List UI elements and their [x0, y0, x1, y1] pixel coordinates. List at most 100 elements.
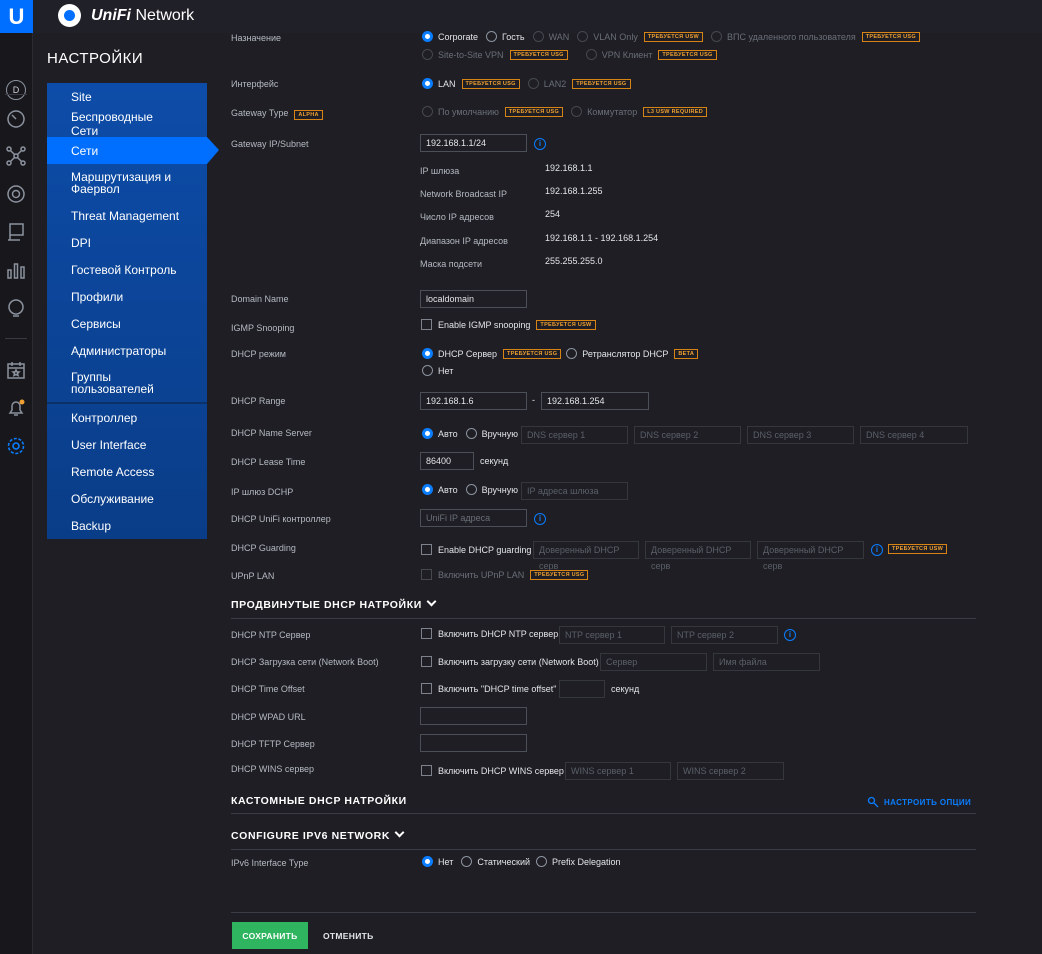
info-icon[interactable]: i [784, 629, 796, 641]
sidebar-item-guest-control[interactable]: Гостевой Контроль [47, 256, 207, 283]
settings-icon[interactable] [5, 435, 27, 457]
time-offset-checkbox[interactable] [421, 683, 432, 694]
upnp-checkbox[interactable] [421, 569, 432, 580]
radio-guest[interactable] [486, 31, 498, 42]
radio-corporate[interactable] [422, 31, 433, 42]
sidebar-item-controller[interactable]: Контроллер [47, 404, 207, 431]
wins-checkbox[interactable] [421, 765, 432, 776]
radio-gw-auto[interactable] [422, 484, 433, 495]
gateway-type-options: По умолчанию ТРЕБУЕТСЯ USG Коммутатор L3… [422, 106, 708, 117]
events-icon[interactable] [5, 359, 27, 381]
radio-ns-auto[interactable] [422, 428, 433, 439]
time-offset-input[interactable] [559, 680, 605, 698]
badge-beta: BETA [674, 348, 699, 359]
radio-gw-manual[interactable] [465, 484, 477, 495]
unifi-ip-input[interactable]: UniFi IP адреса [420, 509, 527, 527]
wpad-input[interactable] [420, 707, 527, 725]
trusted-dhcp-input-2[interactable]: Доверенный DHCP серв [645, 541, 751, 571]
network-boot-checkbox[interactable] [421, 656, 432, 667]
radio-switch[interactable] [571, 106, 583, 117]
radio-lan[interactable] [422, 78, 433, 89]
gateway-subnet-label: Gateway IP/Subnet [231, 139, 309, 149]
radio-dhcp-relay[interactable] [566, 348, 578, 359]
advanced-dhcp-header[interactable]: ПРОДВИНУТЫЕ DHCP НАТРОЙКИ [231, 596, 437, 611]
ipv6-type-options: Нет Статический Prefix Delegation [422, 856, 621, 867]
radio-ipv6-prefix-delegation[interactable] [536, 856, 547, 867]
save-button[interactable]: СОХРАНИТЬ [232, 922, 308, 949]
radio-dhcp-server[interactable] [422, 348, 433, 359]
devices-icon[interactable] [5, 183, 27, 205]
radio-lan2[interactable] [527, 78, 539, 89]
sidebar-item-networks[interactable]: Сети [47, 137, 219, 164]
sidebar-item-threat-management[interactable]: Threat Management [47, 202, 207, 229]
radio-default[interactable] [422, 106, 433, 117]
cancel-button[interactable]: ОТМЕНИТЬ [323, 931, 374, 941]
ntp2-input[interactable]: NTP сервер 2 [671, 626, 778, 644]
sidebar-item-site[interactable]: Site [47, 83, 207, 110]
sidebar-item-user-interface[interactable]: User Interface [47, 431, 207, 458]
dns1-input[interactable]: DNS сервер 1 [521, 426, 628, 444]
sidebar-item-wireless[interactable]: Беспроводные Сети [47, 110, 207, 138]
dns3-input[interactable]: DNS сервер 3 [747, 426, 854, 444]
gateway-dhcp-label: IP шлюз DCHP [231, 487, 294, 497]
trusted-dhcp-input-3[interactable]: Доверенный DHCP серв [757, 541, 864, 571]
option-label: Enable DHCP guarding [438, 544, 532, 555]
ipv6-type-label: IPv6 Interface Type [231, 858, 309, 868]
radio-ipv6-static[interactable] [461, 856, 473, 867]
radio-wan[interactable] [532, 31, 544, 42]
info-icon[interactable]: i [534, 513, 546, 525]
ubiquiti-logo[interactable]: U [0, 0, 33, 33]
domain-input[interactable]: localdomain [420, 290, 527, 308]
sidebar-item-admins[interactable]: Администраторы [47, 337, 207, 364]
lease-input[interactable]: 86400 [420, 452, 474, 470]
dashboard-icon[interactable] [5, 108, 27, 130]
igmp-checkbox[interactable] [421, 319, 432, 330]
sidebar-item-user-groups[interactable]: Группы пользователей [47, 364, 207, 402]
ipv6-header[interactable]: CONFIGURE IPV6 NETWORK [231, 827, 405, 842]
boot-filename-input[interactable]: Имя файла [713, 653, 820, 671]
tftp-input[interactable] [420, 734, 527, 752]
info-key: Число IP адресов [420, 212, 494, 222]
ntp-checkbox[interactable] [421, 628, 432, 639]
ntp1-input[interactable]: NTP сервер 1 [559, 626, 665, 644]
topology-icon[interactable] [5, 145, 27, 167]
radio-ipv6-none[interactable] [422, 856, 433, 867]
boot-server-input[interactable]: Сервер [600, 653, 707, 671]
radio-site-to-site[interactable] [422, 49, 433, 60]
wins2-input[interactable]: WINS сервер 2 [677, 762, 784, 780]
info-icon[interactable]: i [534, 138, 546, 150]
gateway-type-label: Gateway Type ALPHA [231, 108, 323, 120]
clients-icon[interactable] [5, 221, 27, 243]
interface-label: Интерфейс [231, 79, 279, 89]
sidebar-item-services[interactable]: Сервисы [47, 310, 207, 337]
radio-vpn-client[interactable] [585, 49, 597, 60]
dhcp-range-end-input[interactable]: 192.168.1.254 [541, 392, 649, 410]
badge-usw: ТРЕБУЕТСЯ USW [888, 544, 948, 554]
sidebar-item-dpi[interactable]: DPI [47, 229, 207, 256]
radio-vlan-only[interactable] [577, 31, 589, 42]
option-label: Ретранслятор DHCP [582, 348, 669, 359]
sidebar-item-routing[interactable]: Маршрутизация и Фаервол [47, 164, 207, 202]
sidebar-item-maintenance[interactable]: Обслуживание [47, 485, 207, 512]
gateway-subnet-input[interactable]: 192.168.1.1/24 [420, 134, 527, 152]
stats-icon[interactable] [5, 259, 27, 281]
insights-icon[interactable] [5, 297, 27, 319]
unifi-logo-icon [58, 4, 81, 27]
radio-remote-vpn[interactable] [710, 31, 722, 42]
radio-ns-manual[interactable] [465, 428, 477, 439]
sidebar-item-profiles[interactable]: Профили [47, 283, 207, 310]
configure-options-link[interactable]: НАСТРОИТЬ ОПЦИИ [867, 796, 971, 808]
wins1-input[interactable]: WINS сервер 1 [565, 762, 671, 780]
radio-dhcp-none[interactable] [422, 365, 433, 376]
gateway-ip-input[interactable]: IP адреса шлюза [521, 482, 628, 500]
dns2-input[interactable]: DNS сервер 2 [634, 426, 741, 444]
sidebar-item-backup[interactable]: Backup [47, 512, 207, 539]
trusted-dhcp-input-1[interactable]: Доверенный DHCP серв [533, 541, 639, 571]
dhcp-mode-label: DHCP режим [231, 349, 286, 359]
dhcp-range-start-input[interactable]: 192.168.1.6 [420, 392, 527, 410]
guarding-checkbox[interactable] [421, 544, 432, 555]
dns4-input[interactable]: DNS сервер 4 [860, 426, 968, 444]
alerts-icon[interactable] [5, 397, 27, 419]
avatar[interactable]: D [6, 80, 26, 100]
sidebar-item-remote-access[interactable]: Remote Access [47, 458, 207, 485]
